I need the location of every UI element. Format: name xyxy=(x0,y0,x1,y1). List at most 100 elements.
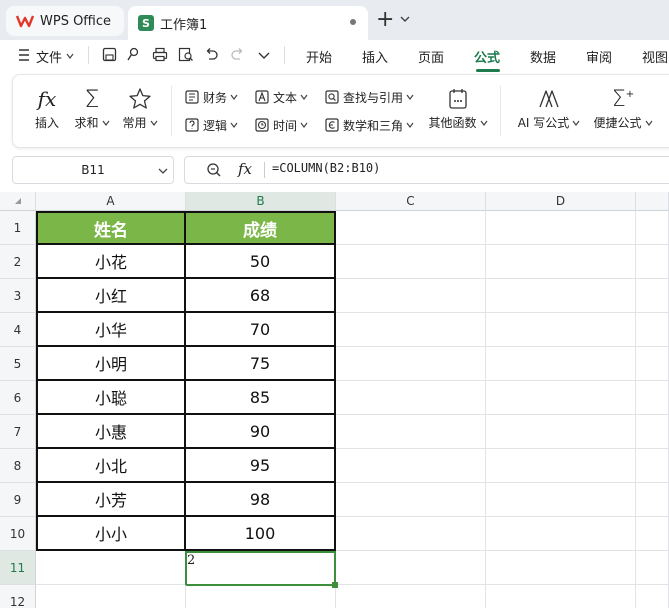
cell[interactable] xyxy=(636,517,669,551)
column-header-d[interactable]: D xyxy=(486,192,636,211)
undo-icon[interactable] xyxy=(204,47,219,62)
cell[interactable] xyxy=(336,415,486,449)
name-cell[interactable]: 小芳 xyxy=(36,483,186,517)
cell[interactable] xyxy=(336,551,486,585)
menu-home[interactable]: 开始 xyxy=(306,47,332,66)
name-cell[interactable]: 小花 xyxy=(36,245,186,279)
menu-page[interactable]: 页面 xyxy=(418,47,444,66)
cell[interactable] xyxy=(336,449,486,483)
menu-file[interactable]: 文件 xyxy=(36,47,62,66)
selected-cell-b11[interactable]: 2 xyxy=(185,551,336,586)
score-cell[interactable]: 98 xyxy=(186,483,336,517)
name-box-chevron-down-icon[interactable] xyxy=(158,167,168,175)
row-header-5[interactable]: 5 xyxy=(0,347,36,381)
cell[interactable] xyxy=(636,313,669,347)
row-header-8[interactable]: 8 xyxy=(0,449,36,483)
cell[interactable] xyxy=(486,347,636,381)
cell[interactable] xyxy=(486,381,636,415)
zoom-search-icon[interactable] xyxy=(206,162,222,178)
formula-text[interactable]: =COLUMN(B2:B10) xyxy=(272,161,380,175)
row-header-2[interactable]: 2 xyxy=(0,245,36,279)
cell[interactable] xyxy=(336,381,486,415)
header-cell-score[interactable]: 成绩 xyxy=(186,211,336,245)
score-cell[interactable]: 68 xyxy=(186,279,336,313)
quick-formula-button[interactable]: Σ + 便捷公式 xyxy=(590,84,656,131)
print-icon[interactable] xyxy=(152,47,168,62)
row-header-7[interactable]: 7 xyxy=(0,415,36,449)
header-cell-name[interactable]: 姓名 xyxy=(36,211,186,245)
ai-formula-button[interactable]: AI 写公式 xyxy=(516,84,582,131)
row-header-9[interactable]: 9 xyxy=(0,483,36,517)
cell[interactable] xyxy=(486,483,636,517)
lookup-reference-button[interactable]: 查找与引用 xyxy=(324,87,414,107)
cell[interactable] xyxy=(336,313,486,347)
save-icon[interactable] xyxy=(102,47,117,62)
cell[interactable] xyxy=(636,211,669,245)
row-header-1[interactable]: 1 xyxy=(0,211,36,245)
cell[interactable] xyxy=(486,415,636,449)
name-cell[interactable]: 小惠 xyxy=(36,415,186,449)
quick-access-chevron-down-icon[interactable] xyxy=(258,50,270,60)
cell[interactable] xyxy=(186,585,336,608)
score-cell[interactable]: 90 xyxy=(186,415,336,449)
hamburger-icon[interactable] xyxy=(18,48,30,62)
text-functions-button[interactable]: 文本 xyxy=(254,87,308,107)
formula-bar[interactable] xyxy=(184,156,669,184)
score-cell[interactable]: 85 xyxy=(186,381,336,415)
cell[interactable] xyxy=(636,483,669,517)
cell[interactable] xyxy=(336,483,486,517)
brush-icon[interactable] xyxy=(126,47,141,62)
column-header-a[interactable]: A xyxy=(36,192,186,211)
menu-review[interactable]: 审阅 xyxy=(586,47,612,66)
column-header-b[interactable]: B xyxy=(186,192,336,211)
name-box[interactable]: B11 xyxy=(12,156,174,184)
name-cell[interactable]: 小明 xyxy=(36,347,186,381)
cell[interactable] xyxy=(486,551,636,585)
cell[interactable] xyxy=(486,313,636,347)
menu-insert[interactable]: 插入 xyxy=(362,47,388,66)
cell[interactable] xyxy=(336,245,486,279)
column-header-c[interactable]: C xyxy=(336,192,486,211)
score-cell[interactable]: 75 xyxy=(186,347,336,381)
row-header-12[interactable]: 12 xyxy=(0,585,36,608)
fill-handle[interactable] xyxy=(332,582,338,588)
cell[interactable] xyxy=(36,585,186,608)
new-tab-plus-icon[interactable]: + xyxy=(376,9,394,31)
row-header-6[interactable]: 6 xyxy=(0,381,36,415)
column-header-e[interactable] xyxy=(636,192,669,211)
cell[interactable] xyxy=(486,449,636,483)
formula-fx-icon[interactable]: fx xyxy=(238,160,252,178)
menu-formulas[interactable]: 公式 xyxy=(474,47,500,66)
logic-button[interactable]: 逻辑 xyxy=(184,115,238,135)
row-header-11[interactable]: 11 xyxy=(0,551,36,585)
redo-icon[interactable] xyxy=(230,47,245,62)
name-cell[interactable]: 小聪 xyxy=(36,381,186,415)
time-button[interactable]: 时间 xyxy=(254,115,308,135)
cell[interactable] xyxy=(486,585,636,608)
select-all-corner[interactable] xyxy=(0,192,36,211)
row-header-10[interactable]: 10 xyxy=(0,517,36,551)
finance-button[interactable]: 财务 xyxy=(184,87,238,107)
row-header-4[interactable]: 4 xyxy=(0,313,36,347)
cell[interactable] xyxy=(486,211,636,245)
cell[interactable] xyxy=(636,381,669,415)
other-functions-button[interactable]: 其他函数 xyxy=(426,84,490,131)
score-cell[interactable]: 50 xyxy=(186,245,336,279)
math-trig-button[interactable]: 数学和三角 xyxy=(324,115,414,135)
score-cell[interactable]: 95 xyxy=(186,449,336,483)
cell[interactable] xyxy=(636,415,669,449)
cell[interactable] xyxy=(636,245,669,279)
cell[interactable] xyxy=(636,279,669,313)
tab-workbook[interactable]: S 工作簿1 xyxy=(128,6,368,40)
cell[interactable] xyxy=(636,347,669,381)
cell[interactable] xyxy=(336,517,486,551)
cell[interactable] xyxy=(636,551,669,585)
new-tab-chevron-down-icon[interactable] xyxy=(400,14,410,24)
score-cell[interactable]: 100 xyxy=(186,517,336,551)
cell[interactable] xyxy=(486,245,636,279)
common-functions-button[interactable]: 常用 xyxy=(116,84,164,131)
menu-data[interactable]: 数据 xyxy=(530,47,556,66)
cell[interactable] xyxy=(336,585,486,608)
cell[interactable] xyxy=(336,279,486,313)
cell[interactable] xyxy=(486,517,636,551)
